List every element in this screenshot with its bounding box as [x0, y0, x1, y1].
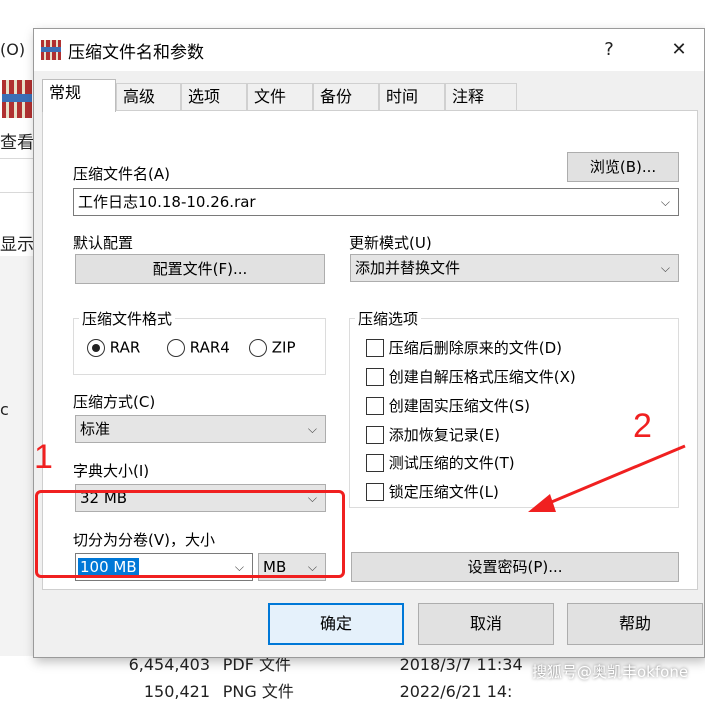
- radio-zip[interactable]: ZIP: [249, 338, 296, 357]
- divider: [0, 158, 36, 159]
- method-label: 压缩方式(C): [73, 393, 156, 411]
- format-group-title: 压缩文件格式: [79, 308, 176, 329]
- chevron-down-icon[interactable]: ⌵: [661, 255, 670, 281]
- dict-label: 字典大小(I): [73, 462, 150, 480]
- help-button[interactable]: 帮助: [567, 603, 703, 645]
- chevron-down-icon[interactable]: ⌵: [308, 416, 317, 442]
- profile-button[interactable]: 配置文件(F)...: [75, 254, 325, 284]
- view-label[interactable]: 查看: [0, 128, 34, 153]
- checkbox[interactable]: [366, 453, 384, 472]
- update-mode-value: 添加并替换文件: [355, 259, 461, 277]
- radio-button[interactable]: [167, 338, 185, 357]
- watermark: 搜狐号@奥凯丰okfone: [532, 663, 689, 681]
- method-select[interactable]: 标准 ⌵: [75, 415, 326, 443]
- option-delete-after[interactable]: 压缩后删除原来的文件(D): [366, 337, 562, 358]
- radio-label: RAR4: [189, 338, 230, 357]
- option-test[interactable]: 测试压缩的文件(T): [366, 452, 515, 473]
- checkbox[interactable]: [366, 425, 384, 444]
- method-value: 标准: [80, 420, 111, 438]
- set-password-button[interactable]: 设置密码(P)...: [351, 552, 679, 582]
- option-label: 测试压缩的文件(T): [388, 454, 515, 472]
- radio-rar[interactable]: RAR: [87, 338, 140, 357]
- option-label: 添加恢复记录(E): [388, 426, 500, 444]
- divider: [0, 192, 36, 193]
- option-label: 创建自解压格式压缩文件(X): [388, 368, 576, 386]
- option-lock[interactable]: 锁定压缩文件(L): [366, 481, 499, 502]
- rar-app-icon: [0, 76, 34, 122]
- annotation-arrow-icon: [528, 444, 686, 512]
- radio-label: ZIP: [271, 338, 296, 357]
- radio-rar4[interactable]: RAR4: [167, 338, 230, 357]
- tab-comment[interactable]: 注释: [445, 83, 517, 111]
- checkbox[interactable]: [366, 367, 384, 386]
- title-bar: 压缩文件名和参数 ? ✕: [34, 29, 704, 71]
- default-profile-label: 默认配置: [73, 234, 134, 252]
- tab-options[interactable]: 选项: [181, 83, 247, 111]
- file-date: 2022/6/21 14:: [399, 682, 513, 701]
- option-label: 压缩后删除原来的文件(D): [388, 339, 563, 357]
- tab-general[interactable]: 常规: [42, 79, 116, 112]
- radio-label: RAR: [109, 338, 141, 357]
- archive-name-combo[interactable]: 工作日志10.18-10.26.rar ⌵: [73, 188, 679, 216]
- browse-button[interactable]: 浏览(B)...: [567, 152, 679, 182]
- file-type: PNG 文件: [222, 682, 294, 701]
- tab-advanced[interactable]: 高级: [116, 83, 181, 111]
- trailing-char: c: [0, 400, 9, 419]
- menu-fragment: (O): [0, 40, 26, 59]
- options-group-title: 压缩选项: [355, 308, 422, 329]
- option-solid[interactable]: 创建固实压缩文件(S): [366, 395, 530, 416]
- option-label: 创建固实压缩文件(S): [388, 397, 531, 415]
- archive-name-value: 工作日志10.18-10.26.rar: [78, 193, 256, 211]
- cancel-button[interactable]: 取消: [418, 603, 554, 645]
- chevron-down-icon[interactable]: ⌵: [661, 189, 670, 215]
- update-mode-select[interactable]: 添加并替换文件 ⌵: [350, 254, 679, 282]
- nav-pane: [0, 256, 34, 656]
- checkbox[interactable]: [366, 482, 384, 501]
- file-row[interactable]: 150,421 PNG 文件 2022/6/21 14:: [120, 678, 513, 702]
- ok-button[interactable]: 确定: [268, 603, 404, 645]
- file-size: 150,421: [143, 682, 210, 701]
- option-label: 锁定压缩文件(L): [388, 483, 499, 501]
- tab-backup[interactable]: 备份: [313, 83, 379, 111]
- update-mode-label: 更新模式(U): [349, 234, 432, 252]
- checkbox[interactable]: [366, 338, 384, 357]
- archive-name-label: 压缩文件名(A): [73, 165, 170, 183]
- tab-time[interactable]: 时间: [379, 83, 445, 111]
- option-sfx[interactable]: 创建自解压格式压缩文件(X): [366, 366, 576, 387]
- tab-files[interactable]: 文件: [247, 83, 313, 111]
- annotation-box: [35, 490, 345, 578]
- radio-button[interactable]: [249, 338, 267, 357]
- close-icon[interactable]: ✕: [659, 35, 699, 65]
- help-icon[interactable]: ?: [589, 35, 629, 65]
- dialog-title: 压缩文件名和参数: [68, 43, 204, 63]
- radio-button[interactable]: [87, 338, 105, 357]
- display-label[interactable]: 显示: [0, 230, 34, 255]
- annotation-marker-1: 1: [34, 438, 53, 476]
- winrar-icon: [40, 38, 62, 62]
- checkbox[interactable]: [366, 396, 384, 415]
- option-recovery[interactable]: 添加恢复记录(E): [366, 424, 500, 445]
